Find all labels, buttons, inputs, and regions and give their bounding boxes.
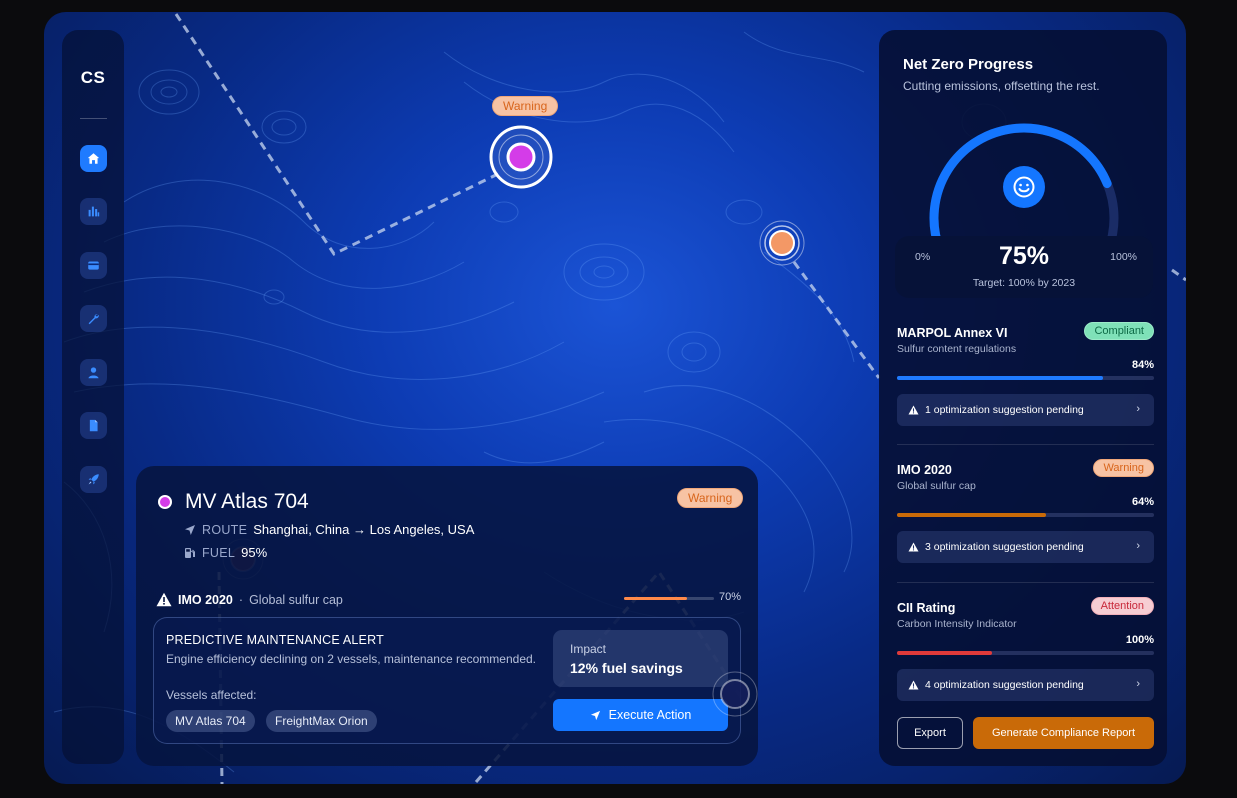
sidebar-divider	[80, 118, 107, 119]
vessel-status-dot	[158, 495, 172, 509]
vessels-affected-label: Vessels affected:	[166, 688, 257, 702]
fuel-value: 95%	[241, 545, 268, 560]
regulation-desc: Sulfur content regulations	[897, 343, 1017, 355]
impact-box: Impact 12% fuel savings	[553, 630, 728, 687]
regulation-percent: 100%	[1125, 634, 1154, 646]
sidebar-item-launch[interactable]	[80, 466, 107, 493]
chevron-right-icon: ›	[1136, 403, 1140, 415]
sidebar-item-profile[interactable]	[80, 359, 107, 386]
panel-subtitle: Cutting emissions, offsetting the rest.	[903, 79, 1100, 93]
sidebar: CS	[62, 30, 124, 764]
vessel-regulation-progress-fill	[624, 597, 687, 600]
impact-value: 12% fuel savings	[570, 660, 683, 676]
user-icon	[88, 367, 99, 379]
rocket-icon	[88, 474, 99, 485]
route-label: ROUTE	[202, 522, 248, 537]
document-icon	[89, 419, 98, 432]
warning-triangle-icon	[908, 542, 919, 552]
navigation-arrow-icon	[185, 524, 195, 535]
net-zero-panel: Net Zero Progress Cutting emissions, off…	[879, 30, 1167, 766]
send-arrow-icon	[590, 710, 600, 720]
regulation-desc: Carbon Intensity Indicator	[897, 618, 1017, 630]
regulation-name: CII Rating	[897, 601, 956, 615]
vessel-regulation-progress-text: 70%	[719, 591, 742, 603]
regulation-progress	[897, 376, 1154, 380]
sidebar-item-home[interactable]	[80, 145, 107, 172]
suggestion-text: 4 optimization suggestion pending	[925, 679, 1084, 691]
alert-title: PREDICTIVE MAINTENANCE ALERT	[166, 633, 384, 647]
regulation-percent: 64%	[1131, 496, 1154, 508]
regulation-progress	[897, 513, 1154, 517]
suggestion-row[interactable]: 1 optimization suggestion pending ›	[897, 394, 1154, 426]
regulation-progress-fill	[897, 376, 1103, 380]
sidebar-item-maintenance[interactable]	[80, 305, 107, 332]
sidebar-item-analytics[interactable]	[80, 198, 107, 225]
regulation-progress-fill	[897, 513, 1047, 517]
warning-triangle-icon	[908, 405, 919, 415]
regulation-desc: Global sulfur cap	[897, 480, 976, 492]
regulation-item: IMO 2020 Global sulfur cap Warning 64% 3…	[897, 459, 1154, 563]
vessel-marker-dim[interactable]	[711, 670, 759, 718]
chevron-right-icon: ›	[1136, 540, 1140, 552]
vessel-regulation-desc: Global sulfur cap	[249, 592, 343, 607]
suggestion-text: 3 optimization suggestion pending	[925, 541, 1084, 553]
suggestion-row[interactable]: 3 optimization suggestion pending ›	[897, 531, 1154, 563]
route-value: Shanghai, China → Los Angeles, USA	[253, 522, 475, 537]
regulation-progress	[897, 651, 1154, 655]
app-logo[interactable]: CS	[62, 68, 124, 88]
vessel-fuel-row: FUEL 95%	[184, 545, 267, 560]
vessel-card: MV Atlas 704 Warning ROUTE Shanghai, Chi…	[136, 466, 758, 766]
warning-triangle-icon	[908, 680, 919, 690]
wrench-icon	[88, 313, 99, 325]
divider	[897, 444, 1154, 445]
alert-description: Engine efficiency declining on 2 vessels…	[166, 652, 536, 666]
vessel-name: MV Atlas 704	[185, 490, 309, 513]
card-icon	[88, 261, 99, 270]
fuel-pump-icon	[185, 547, 195, 558]
suggestion-row[interactable]: 4 optimization suggestion pending ›	[897, 669, 1154, 701]
regulation-percent: 84%	[1131, 359, 1154, 371]
map-warning-chip: Warning	[492, 96, 559, 116]
regulation-progress-fill	[897, 651, 993, 655]
regulation-item: CII Rating Carbon Intensity Indicator At…	[897, 597, 1154, 701]
vessel-route-row: ROUTE Shanghai, China → Los Angeles, USA	[184, 522, 474, 537]
suggestion-text: 1 optimization suggestion pending	[925, 404, 1084, 416]
gauge-value: 75%	[998, 242, 1050, 270]
smiley-icon	[1003, 166, 1045, 208]
regulation-separator: ·	[238, 592, 244, 607]
execute-action-button[interactable]: Execute Action	[553, 699, 728, 731]
divider	[897, 582, 1154, 583]
execute-action-label: Execute Action	[608, 708, 692, 722]
sidebar-item-payments[interactable]	[80, 252, 107, 279]
vessel-marker-warning[interactable]	[758, 219, 806, 267]
regulation-item: MARPOL Annex VI Sulfur content regulatio…	[897, 322, 1154, 426]
sidebar-item-documents[interactable]	[80, 412, 107, 439]
status-badge: Attention	[1090, 597, 1154, 615]
vessel-status-badge: Warning	[677, 488, 744, 508]
fuel-label: FUEL	[202, 545, 236, 560]
impact-label: Impact	[570, 642, 607, 656]
gauge-target: Target: 100% by 2023	[972, 277, 1076, 289]
home-icon	[87, 153, 100, 164]
vessel-marker-selected[interactable]	[488, 124, 554, 190]
chevron-right-icon: ›	[1136, 678, 1140, 690]
bar-chart-icon	[88, 206, 100, 217]
panel-title: Net Zero Progress	[903, 56, 1034, 73]
vessel-pill[interactable]: MV Atlas 704	[166, 710, 255, 732]
generate-report-button[interactable]: Generate Compliance Report	[973, 717, 1154, 749]
gauge-readout: 0% 100% 75% Target: 100% by 2023	[895, 236, 1153, 298]
maintenance-alert: PREDICTIVE MAINTENANCE ALERT Engine effi…	[153, 617, 741, 744]
regulation-name: MARPOL Annex VI	[897, 326, 1008, 340]
status-badge: Warning	[1093, 459, 1154, 477]
regulation-name: IMO 2020	[897, 463, 952, 477]
vessel-pill[interactable]: FreightMax Orion	[266, 710, 377, 732]
vessel-regulation-name: IMO 2020	[178, 592, 233, 607]
app-frame: CS Warning MV Atlas 704 Warning ROUTE Sh…	[44, 12, 1186, 784]
status-badge: Compliant	[1084, 322, 1154, 340]
export-button[interactable]: Export	[897, 717, 963, 749]
vessel-regulation-progress	[624, 597, 714, 600]
warning-triangle-icon	[156, 592, 172, 607]
vessel-regulation-row: IMO 2020 · Global sulfur cap	[156, 592, 343, 607]
